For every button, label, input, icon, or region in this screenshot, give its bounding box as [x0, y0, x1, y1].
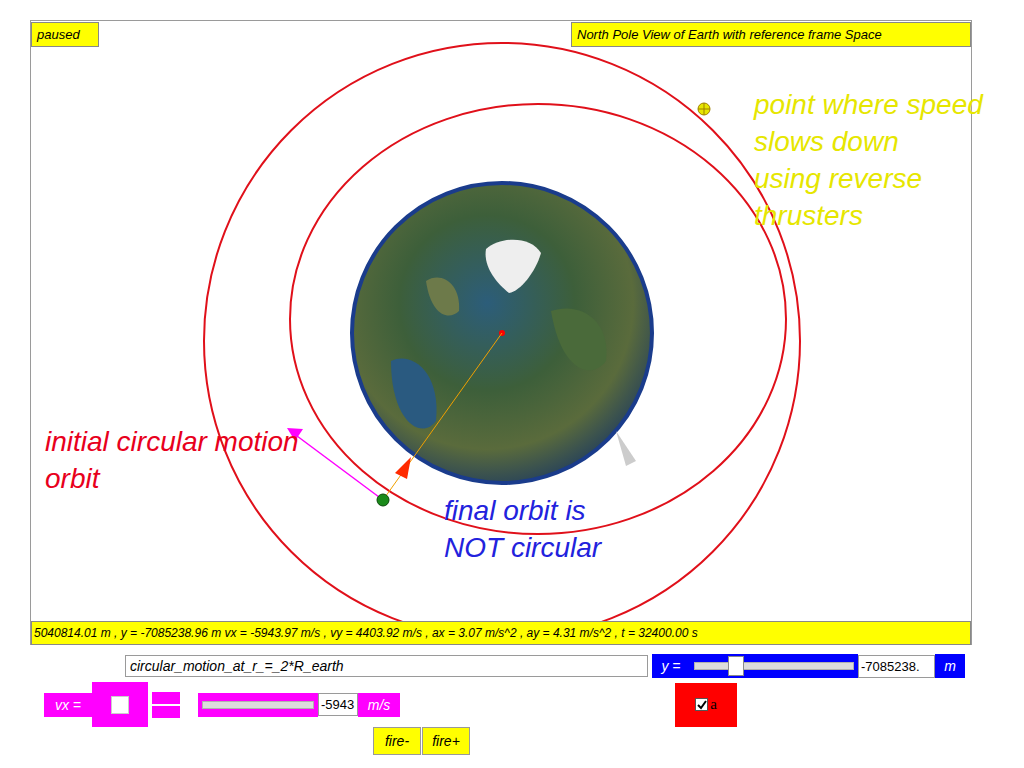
vx-handle[interactable]: [92, 682, 148, 727]
button-row: fire-fire+: [0, 727, 1024, 755]
annotation: point where speedslows downusing reverse…: [754, 86, 983, 234]
annotation-line: thrusters: [754, 197, 983, 234]
checkbox[interactable]: [695, 698, 708, 711]
slider-track: [694, 662, 854, 670]
velocity-arrow-icon: [287, 428, 383, 500]
acceleration-arrow-icon: [383, 333, 502, 500]
vx-value-field[interactable]: -5943: [318, 693, 358, 716]
annotation: initial circular motionorbit: [45, 423, 299, 497]
toggle-label: a: [710, 696, 717, 713]
fire-button[interactable]: fire-: [373, 727, 421, 755]
annotation-line: slows down: [754, 123, 983, 160]
vx-slider[interactable]: [198, 693, 318, 717]
check-icon: [697, 700, 707, 710]
annotation-line: initial circular motion: [45, 423, 299, 460]
annotation-line: point where speed: [754, 86, 983, 123]
annotation-line: NOT circular: [444, 529, 601, 566]
vx-unit: m/s: [358, 693, 400, 717]
y-slider[interactable]: [690, 654, 858, 678]
acceleration-toggle[interactable]: a: [675, 683, 737, 727]
vx-label: vx =: [44, 693, 92, 717]
annotation-line: orbit: [45, 460, 299, 497]
view-title: North Pole View of Earth with reference …: [571, 22, 971, 47]
annotation-line: final orbit is: [444, 492, 601, 529]
thruster-point-icon: [698, 103, 710, 115]
handle-square: [111, 696, 129, 714]
annotation: final orbit isNOT circular: [444, 492, 601, 566]
readout-bar: 5040814.01 m , y = -7085238.96 m vx = -5…: [31, 621, 971, 645]
simulation-canvas: point where speedslows downusing reverse…: [30, 20, 972, 645]
satellite[interactable]: [377, 494, 389, 506]
y-unit: m: [935, 654, 965, 678]
stepper-bar: [152, 692, 180, 704]
slider-track: [202, 701, 314, 709]
slider-thumb[interactable]: [728, 656, 744, 676]
y-value-field[interactable]: -7085238.: [858, 655, 935, 678]
simulation-app: point where speedslows downusing reverse…: [0, 0, 1024, 768]
final-orbit: [290, 104, 786, 534]
control-row: circular_motion_at_r_=_2*R_earthy = -7085…: [0, 654, 1024, 678]
scenario-field[interactable]: circular_motion_at_r_=_2*R_earth: [125, 655, 648, 677]
annotation-line: using reverse: [754, 160, 983, 197]
y-label: y =: [652, 654, 690, 678]
fire-button[interactable]: fire+: [422, 727, 470, 755]
stepper-bar: [152, 706, 180, 718]
initial-orbit: [204, 43, 800, 639]
vx-stepper[interactable]: [152, 692, 180, 718]
control-row: vx = -5943m/s a: [0, 682, 1024, 727]
status-label: paused: [31, 22, 99, 47]
